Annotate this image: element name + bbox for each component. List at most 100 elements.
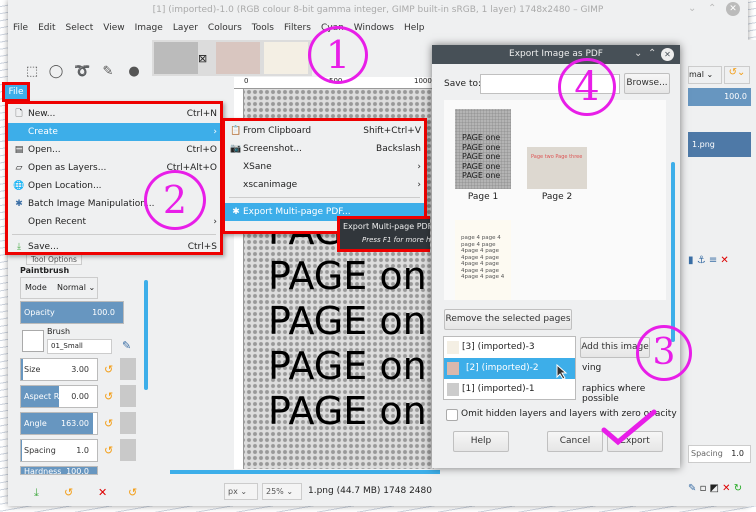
page-thumbnail[interactable]: Page two Page three [527,147,587,189]
annotation-circle: 2 [144,170,206,230]
tool-options-scrollbar[interactable] [144,280,148,390]
dialog-close-button[interactable]: ✕ [661,48,674,61]
menu-edit[interactable]: Edit [33,20,60,38]
aspect-ratio-slider[interactable]: Aspect Ratio 0.00 [20,385,98,408]
annotation-checkmark [601,409,657,446]
size-slider[interactable]: Size 3.00 [20,358,98,381]
page-thumbnail[interactable]: PAGE one PAGE one PAGE one PAGE one PAGE… [455,109,511,189]
canvas-text: PAGE on [268,254,427,298]
menu-item-screenshot[interactable]: 📷 Screenshot... Backslash [225,140,424,158]
cancel-button[interactable]: Cancel [547,431,603,452]
reset-icon[interactable]: ↺ [104,444,113,457]
dialog-maximize-button[interactable]: ⌃ [648,48,656,59]
canvas-text: PAGE on [268,389,427,433]
toolbox: ⬚ ◯ ➰ ✎ ● [10,40,152,86]
minimize-button[interactable]: ⌄ [688,3,696,14]
tool-name: Paintbrush [20,266,70,275]
canvas-text: PAGE on [268,344,427,388]
menu-item-create[interactable]: Create › [8,123,220,141]
ruler-label: 1000 [414,77,432,85]
menu-file[interactable]: File [8,20,33,38]
opacity-slider[interactable]: Opacity 100.0 [20,301,124,324]
omit-hidden-checkbox[interactable] [446,409,458,421]
brush-preview[interactable] [22,330,44,352]
dialog-minimize-button[interactable]: ⌄ [634,48,642,59]
image-list-item[interactable]: [3] (imported)-3 [444,337,575,358]
menu-item-xsane[interactable]: XSane › [225,158,424,176]
menu-tools[interactable]: Tools [247,20,279,38]
image-tab-2[interactable] [216,42,260,74]
browse-button[interactable]: Browse... [624,73,670,94]
menu-layer[interactable]: Layer [168,20,203,38]
menu-view[interactable]: View [98,20,129,38]
layer-opacity-slider[interactable]: 100.0 [688,88,751,106]
image-tab-1[interactable] [154,42,198,74]
hardness-slider[interactable]: Hardness 100.0 [20,466,98,475]
export-pdf-dialog: Export Image as PDF ⌄ ⌃ ✕ Save to: Brows… [432,45,680,468]
horizontal-scrollbar[interactable] [170,470,440,474]
ellipse-select-icon[interactable]: ◯ [48,64,64,80]
close-tab-icon[interactable]: ⊠ [198,52,207,65]
brush-spacing-field[interactable]: Spacing 1.0 [688,445,751,463]
page-preview-area: PAGE one PAGE one PAGE one PAGE one PAGE… [444,100,675,342]
chain-icon[interactable] [120,385,136,407]
unit-select[interactable]: px ⌄ [224,483,258,500]
brush-label: Brush [47,327,71,336]
chain-icon[interactable] [120,439,136,461]
brush-field[interactable]: 01_Small [47,339,112,354]
page-thumbnail[interactable]: page 4 page 4 page 4 page 4page 4 page 4… [455,220,511,300]
tool-options-panel: Tool Options Paintbrush Mode Normal ⌄ Op… [12,250,152,499]
restore-options-icon[interactable]: ↺ [64,486,73,499]
chain-icon[interactable] [120,358,136,380]
reset-icon[interactable]: ↺ [104,363,113,376]
layer-actions: ▮ ⚓ ≡ ✕ [688,255,729,266]
tab-tool-options[interactable]: Tool Options [26,255,82,265]
image-list-item[interactable]: [1] (imported)-1 [444,379,575,400]
fuzzy-select-icon[interactable]: ✎ [100,64,116,80]
angle-slider[interactable]: Angle 163.00 [20,412,98,435]
menu-help[interactable]: Help [399,20,430,38]
menu-item-open[interactable]: ▤ Open... Ctrl+O [8,141,220,159]
menu-image[interactable]: Image [130,20,168,38]
reset-icon[interactable]: ↺⌄ [724,66,750,84]
zoom-select[interactable]: 25% ⌄ [262,483,302,500]
close-button[interactable]: ✕ [726,2,740,16]
image-tab-3[interactable] [264,42,308,74]
menu-item-xscanimage[interactable]: xscanimage › [225,176,424,194]
menu-filters[interactable]: Filters [279,20,316,38]
delete-brush-icon[interactable]: ✕ [722,483,730,494]
menu-select[interactable]: Select [61,20,99,38]
preview-scrollbar[interactable] [671,162,675,342]
maximize-button[interactable]: ⌃ [708,3,716,14]
reset-options-icon[interactable]: ↺ [128,486,137,499]
menu-colours[interactable]: Colours [203,20,247,38]
spacing-slider[interactable]: Spacing 1.0 [20,439,98,462]
file-menu-open[interactable]: File [2,82,30,102]
menu-item-save[interactable]: ⤓ Save... Ctrl+S [8,238,220,256]
annotation-circle: 3 [636,325,692,381]
image-info: 1.png (44.7 MB) 1748 2480 [308,486,432,496]
reset-icon[interactable]: ↺ [104,390,113,403]
globe-icon: 🌐 [13,181,25,191]
delete-layer-icon[interactable]: ✕ [720,255,728,266]
reset-icon[interactable]: ↺ [104,417,113,430]
layer-mode-select[interactable]: mal ⌄ [688,66,722,84]
option-label: raphics where possible [582,384,646,404]
rect-select-icon[interactable]: ⬚ [24,64,40,80]
menubar: File Edit Select View Image Layer Colour… [8,20,748,38]
menu-item-new[interactable]: 🗋 New... Ctrl+N [8,105,220,123]
refresh-icon[interactable]: ↻ [734,483,742,494]
layer-item[interactable]: 1.png [688,132,751,157]
mode-select[interactable]: Mode Normal ⌄ [20,277,98,299]
help-button[interactable]: Help [453,431,509,452]
remove-pages-button[interactable]: Remove the selected pages [444,309,572,330]
color-select-icon[interactable]: ● [126,64,142,80]
edit-brush-icon[interactable]: ✎ [122,339,131,352]
lasso-icon[interactable]: ➰ [74,64,90,80]
menu-item-from-clipboard[interactable]: 📋 From Clipboard Shift+Ctrl+V [225,122,424,140]
new-layer-icon[interactable]: ▮ [688,255,694,266]
edit-brush-icon[interactable]: ✎ [688,483,696,494]
chain-icon[interactable] [120,412,136,434]
delete-options-icon[interactable]: ✕ [98,486,107,499]
save-options-icon[interactable]: ⤓ [34,486,39,500]
